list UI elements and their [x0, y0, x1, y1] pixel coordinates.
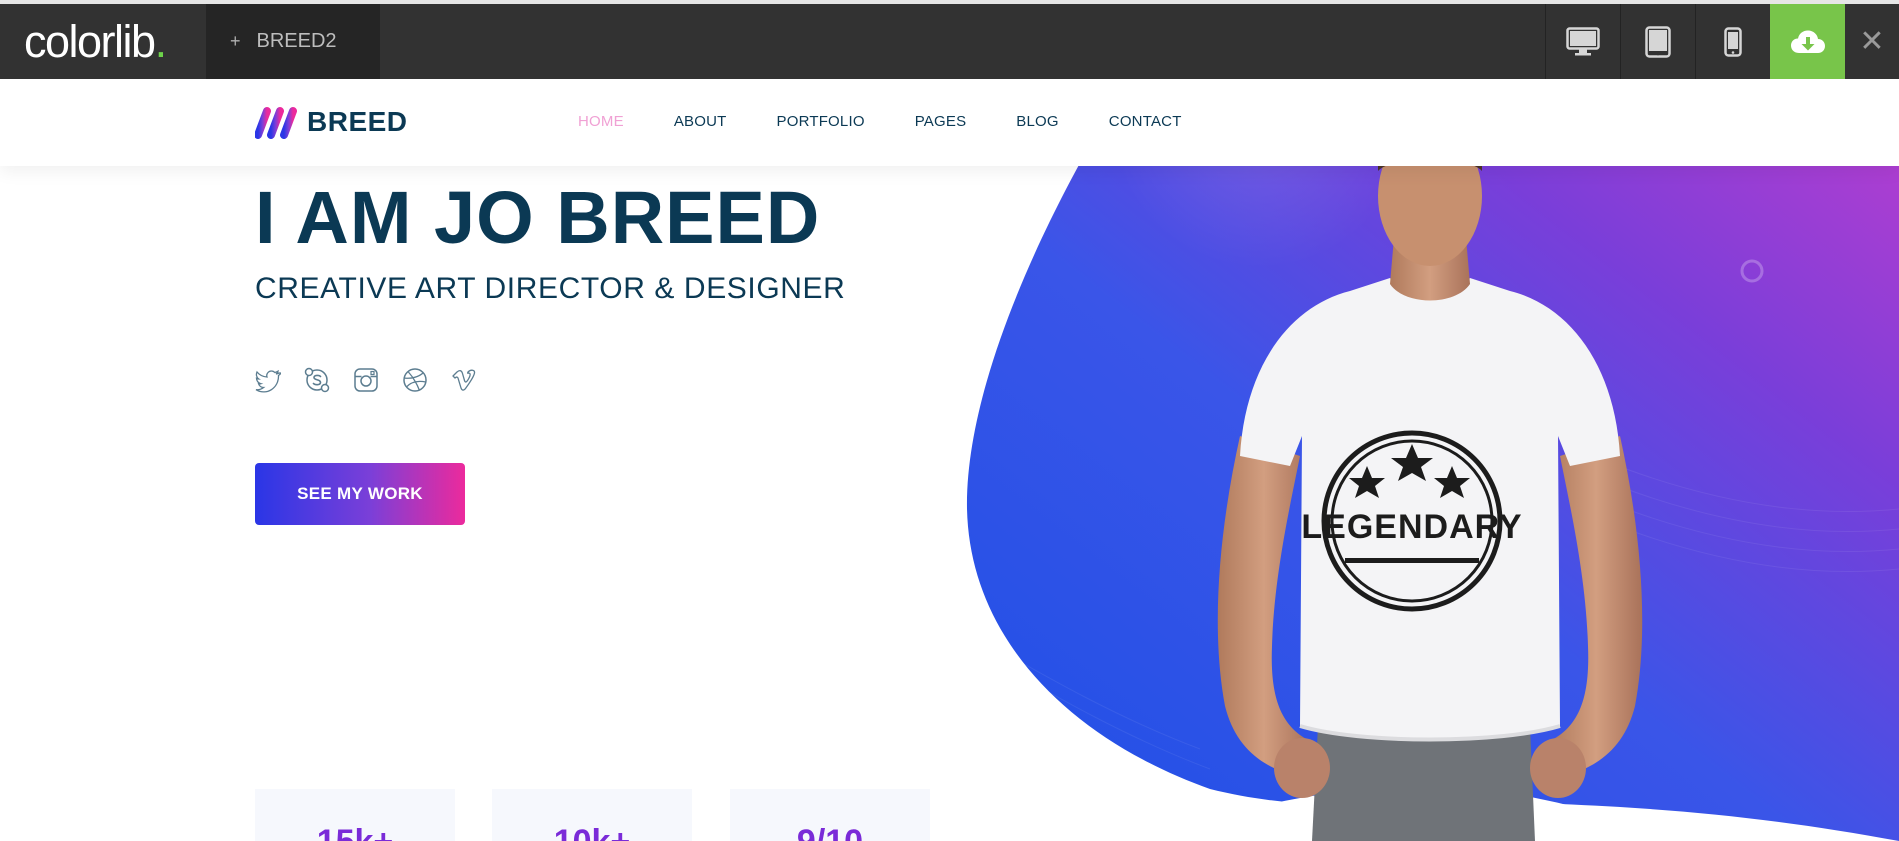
tablet-view-button[interactable] — [1620, 4, 1694, 79]
desktop-icon — [1565, 26, 1600, 55]
nav-pages[interactable]: PAGES — [915, 113, 967, 130]
site-header: BREED HOME ABOUT PORTFOLIO PAGES BLOG CO… — [0, 79, 1899, 166]
hero-subtitle: CREATIVE ART DIRECTOR & DESIGNER — [255, 272, 846, 305]
instagram-icon[interactable] — [353, 367, 379, 393]
nav-about[interactable]: ABOUT — [674, 113, 727, 130]
site-logo[interactable]: BREED — [255, 105, 408, 139]
svg-text:LEGENDARY: LEGENDARY — [1301, 508, 1522, 546]
brand-name: BREED — [307, 106, 408, 137]
skype-icon[interactable] — [304, 367, 330, 393]
hero-title: I AM JO BREED — [255, 176, 821, 259]
tablet-icon — [1644, 25, 1671, 58]
nav-contact[interactable]: CONTACT — [1109, 113, 1182, 130]
close-preview-button[interactable]: ✕ — [1845, 4, 1899, 79]
colorlib-logo[interactable]: colorlib. — [24, 18, 167, 66]
stat-value: 9/10 — [730, 823, 930, 841]
close-icon: ✕ — [1859, 25, 1885, 58]
hero-model-image: LEGENDARY — [1217, 166, 1643, 841]
see-my-work-button[interactable]: SEE MY WORK — [255, 463, 465, 525]
nav-home[interactable]: HOME — [578, 113, 624, 130]
breed-logo-icon — [255, 107, 297, 139]
theme-name: BREED2 — [256, 30, 337, 52]
theme-selector-tab[interactable]: + BREED2 — [206, 4, 380, 79]
social-links — [255, 367, 500, 393]
mobile-icon — [1723, 26, 1742, 57]
cloud-download-icon — [1790, 30, 1825, 53]
download-button[interactable] — [1770, 4, 1845, 79]
dribbble-icon[interactable] — [402, 367, 428, 393]
mobile-view-button[interactable] — [1695, 4, 1769, 79]
desktop-view-button[interactable] — [1545, 4, 1619, 79]
twitter-icon[interactable] — [255, 367, 281, 393]
stat-value: 10k+ — [492, 823, 692, 841]
main-nav: HOME ABOUT PORTFOLIO PAGES BLOG CONTACT — [578, 113, 1232, 130]
preview-toolbar: colorlib. + BREED2 ✕ — [0, 4, 1899, 79]
plus-icon: + — [230, 31, 241, 51]
stat-value: 15k+ — [255, 823, 455, 841]
website-preview: LEGENDARY BREED HOME ABOUT PORTFOLIO PAG… — [0, 79, 1899, 841]
nav-portfolio[interactable]: PORTFOLIO — [777, 113, 865, 130]
nav-blog[interactable]: BLOG — [1016, 113, 1058, 130]
vimeo-icon[interactable] — [451, 367, 477, 393]
